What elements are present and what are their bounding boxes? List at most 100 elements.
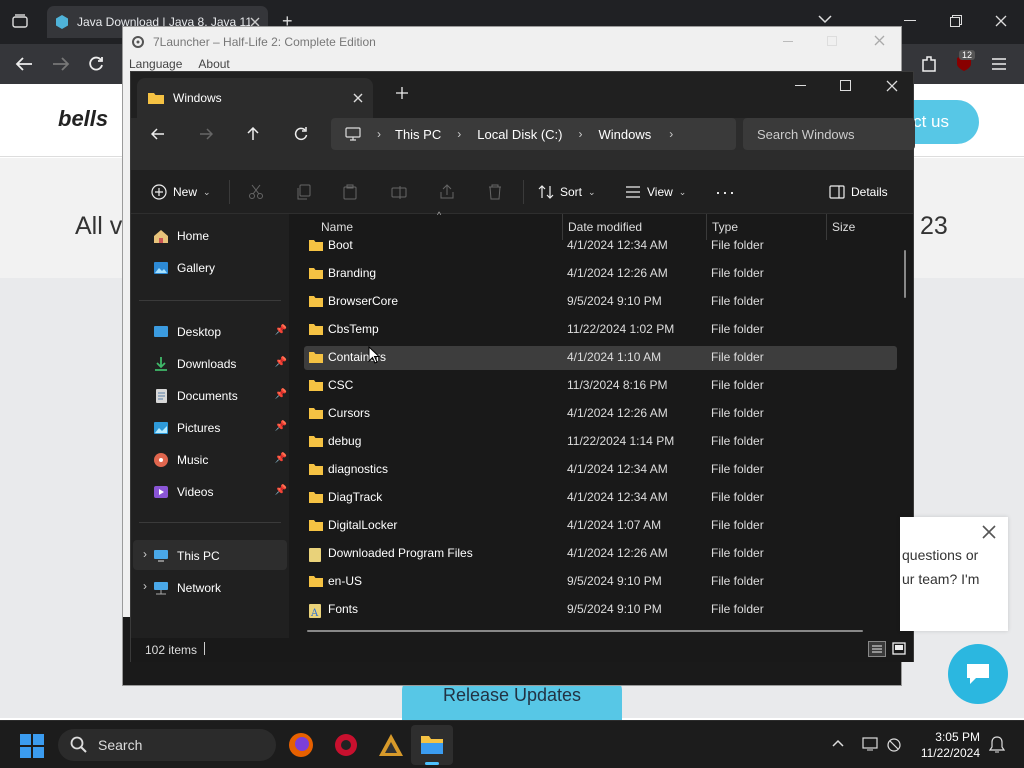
nav-label: This PC: [177, 549, 220, 563]
vertical-scrollbar-thumb[interactable]: [904, 250, 906, 298]
clock-date[interactable]: 11/22/2024: [914, 746, 980, 760]
tab-search-chevron-icon[interactable]: [818, 14, 832, 24]
paste-button[interactable]: [342, 170, 358, 214]
file-date: 11/22/2024 1:02 PM: [567, 322, 675, 336]
nav-label: Network: [177, 581, 222, 595]
release-updates-button[interactable]: Release Updates: [402, 680, 622, 720]
new-button[interactable]: New ⌄: [151, 170, 211, 214]
file-name: BrowserCore: [328, 294, 399, 308]
display-icon[interactable]: [862, 737, 878, 751]
launcher-minimize-button[interactable]: [783, 41, 793, 42]
start-button[interactable]: [20, 734, 44, 758]
delete-button[interactable]: [487, 170, 503, 214]
launcher-close-button[interactable]: [874, 35, 885, 46]
nav-item-this-pc[interactable]: This PC: [153, 544, 287, 568]
nav-label: Music: [177, 453, 209, 467]
file-row[interactable]: en-US 9/5/2024 9:10 PM File folder: [304, 570, 897, 594]
expand-chevron-icon[interactable]: ›: [143, 579, 147, 593]
notification-bell-icon[interactable]: [989, 736, 1005, 754]
share-button[interactable]: [439, 170, 455, 214]
details-view-toggle[interactable]: [868, 641, 886, 657]
file-row[interactable]: Boot 4/1/2024 12:34 AM File folder: [304, 234, 897, 258]
view-button[interactable]: View ⌄: [625, 170, 686, 214]
breadcrumb-this-pc[interactable]: This PC: [395, 127, 441, 142]
browser-restore-button[interactable]: [950, 15, 962, 27]
browser-forward-icon[interactable]: [52, 56, 70, 72]
breadcrumb-local-disk[interactable]: Local Disk (C:): [477, 127, 562, 142]
file-row[interactable]: DiagTrack 4/1/2024 12:34 AM File folder: [304, 486, 897, 510]
file-row[interactable]: DigitalLocker 4/1/2024 1:07 AM File folder: [304, 514, 897, 538]
explorer-tab[interactable]: Windows: [137, 78, 373, 118]
explorer-minimize-button[interactable]: [795, 85, 806, 86]
file-row[interactable]: Downloaded Program Files 4/1/2024 12:26 A…: [304, 542, 897, 566]
file-row[interactable]: debug 11/22/2024 1:14 PM File folder: [304, 430, 897, 454]
nav-item-documents[interactable]: Documents 📌: [153, 384, 287, 408]
horizontal-scrollbar-thumb[interactable]: [307, 630, 863, 632]
extensions-icon[interactable]: [921, 55, 937, 73]
file-row[interactable]: diagnostics 4/1/2024 12:34 AM File folder: [304, 458, 897, 482]
app-taskbar-icon[interactable]: [333, 732, 359, 758]
sort-button[interactable]: Sort ⌄: [538, 170, 596, 214]
explorer-close-button[interactable]: [886, 80, 898, 92]
tab-close-icon[interactable]: [353, 93, 363, 103]
nav-item-home[interactable]: Home: [153, 224, 287, 248]
file-row[interactable]: Cursors 4/1/2024 12:26 AM File folder: [304, 402, 897, 426]
browser-back-icon[interactable]: [15, 56, 33, 72]
back-arrow-icon[interactable]: [151, 128, 165, 140]
forward-arrow-icon[interactable]: [199, 128, 213, 140]
nav-item-desktop[interactable]: Desktop 📌: [153, 320, 287, 344]
pictures-icon: [154, 422, 168, 434]
cut-button[interactable]: [248, 170, 264, 214]
clock-time[interactable]: 3:05 PM: [928, 730, 980, 744]
file-row[interactable]: BrowserCore 9/5/2024 9:10 PM File folder: [304, 290, 897, 314]
address-bar[interactable]: › This PC › Local Disk (C:) › Windows ›: [331, 118, 736, 150]
search-input[interactable]: Search Windows: [743, 118, 915, 150]
up-arrow-icon[interactable]: [247, 127, 259, 141]
browser-close-button[interactable]: [995, 15, 1007, 27]
file-name: en-US: [328, 574, 363, 588]
file-row[interactable]: CSC 11/3/2024 8:16 PM File folder: [304, 374, 897, 398]
nav-item-network[interactable]: Network: [153, 576, 287, 600]
rename-button[interactable]: [391, 170, 407, 214]
nav-item-gallery[interactable]: Gallery: [153, 256, 287, 280]
new-tab-plus-icon[interactable]: [396, 87, 408, 99]
copy-button[interactable]: [296, 170, 312, 214]
folder-icon: [308, 295, 324, 308]
refresh-icon[interactable]: [294, 127, 308, 141]
sort-up-icon: ^: [437, 210, 442, 220]
file-date: 4/1/2024 1:10 AM: [567, 350, 662, 364]
taskbar-search[interactable]: Search: [58, 729, 276, 761]
tiles-view-toggle[interactable]: [891, 641, 907, 657]
more-options-icon[interactable]: ···: [715, 170, 736, 214]
nav-item-music[interactable]: Music 📌: [153, 448, 287, 472]
explorer-taskbar-button[interactable]: [411, 725, 453, 765]
breadcrumb-windows[interactable]: Windows: [598, 127, 651, 142]
site-favicon-icon: [56, 15, 68, 29]
explorer-maximize-button[interactable]: [840, 80, 851, 91]
nav-item-downloads[interactable]: Downloads 📌: [153, 352, 287, 376]
browser-reload-icon[interactable]: [88, 56, 104, 72]
extension-badge: 12: [959, 50, 976, 60]
nav-item-pictures[interactable]: Pictures 📌: [153, 416, 287, 440]
chevron-right-icon[interactable]: ›: [669, 127, 673, 141]
file-row[interactable]: Branding 4/1/2024 12:26 AM File folder: [304, 262, 897, 286]
browser-minimize-button[interactable]: [904, 20, 916, 21]
address-row: › This PC › Local Disk (C:) › Windows › …: [131, 118, 915, 170]
file-row[interactable]: CbsTemp 11/22/2024 1:02 PM File folder: [304, 318, 897, 342]
file-date: 4/1/2024 12:34 AM: [567, 238, 668, 252]
show-hidden-icons-chevron[interactable]: [832, 739, 844, 747]
expand-chevron-icon[interactable]: ›: [143, 547, 147, 561]
chat-launcher-button[interactable]: [948, 644, 1008, 704]
launcher-maximize-button[interactable]: [827, 36, 837, 46]
file-row[interactable]: Containers 4/1/2024 1:10 AM File folder: [304, 346, 897, 370]
firefox-taskbar-icon[interactable]: [288, 732, 314, 758]
chat-close-icon[interactable]: [982, 525, 996, 539]
browser-menu-icon[interactable]: [992, 58, 1006, 70]
details-pane-button[interactable]: Details: [829, 170, 888, 214]
file-date: 4/1/2024 12:34 AM: [567, 462, 668, 476]
file-row[interactable]: A Fonts 9/5/2024 9:10 PM File folder: [304, 598, 897, 622]
tab-overview-icon[interactable]: [12, 14, 28, 28]
nav-item-videos[interactable]: Videos 📌: [153, 480, 287, 504]
network-status-icon[interactable]: [886, 737, 902, 753]
launcher-taskbar-icon[interactable]: [378, 732, 404, 758]
